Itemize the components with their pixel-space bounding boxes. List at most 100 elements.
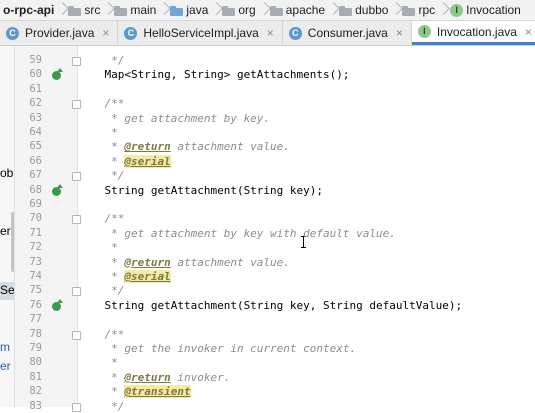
breadcrumb-item-apache[interactable]: apache [268, 0, 328, 20]
line-number: 77 [29, 313, 42, 326]
line-number: 67 [29, 169, 42, 182]
tab-helloserviceimpl[interactable]: C HelloServiceImpl.java × [118, 21, 283, 45]
tab-label: Consumer.java [307, 26, 388, 40]
chevron-right-icon [57, 0, 66, 20]
code-line[interactable]: * @return invoker. [78, 371, 230, 384]
line-number: 76 [29, 298, 42, 311]
line-number: 69 [29, 198, 42, 210]
breadcrumb-item-dubbo[interactable]: dubbo [337, 0, 391, 20]
line-number: 60 [29, 68, 42, 81]
code-line[interactable]: */ [78, 400, 124, 413]
code-line[interactable]: * @return attachment value. [78, 140, 290, 153]
line-number: 65 [29, 140, 42, 153]
project-tree-fragment[interactable]: er [0, 224, 11, 238]
close-icon[interactable]: × [525, 25, 532, 39]
tab-label: Invocation.java [436, 24, 517, 39]
line-number: 80 [29, 356, 42, 369]
editor-tabs: C Provider.java × C HelloServiceImpl.jav… [0, 21, 535, 46]
line-number: 74 [29, 270, 42, 282]
code-line[interactable]: * [78, 356, 118, 369]
breadcrumb-label: Invocation [466, 3, 521, 17]
project-tree-fragment[interactable]: ob [0, 166, 13, 180]
line-number: 78 [29, 327, 42, 340]
line-number: 59 [29, 54, 42, 66]
close-icon[interactable]: × [396, 26, 403, 40]
folder-icon [68, 5, 82, 16]
class-icon: C [124, 26, 138, 40]
code-line[interactable]: * @transient [78, 385, 191, 399]
tab-provider[interactable]: C Provider.java × [0, 21, 119, 45]
code-line[interactable]: * [78, 241, 118, 254]
line-number: 72 [29, 241, 42, 254]
breadcrumb-label: java [186, 3, 209, 17]
code-line[interactable]: * [78, 126, 118, 139]
close-icon[interactable]: × [267, 26, 274, 40]
line-number: 68 [29, 183, 42, 196]
breadcrumb-label: org [238, 3, 256, 17]
breadcrumb-item-java[interactable]: java [168, 0, 211, 20]
code-line[interactable]: /** [78, 328, 124, 341]
code-line[interactable]: /** [78, 212, 124, 225]
line-number: 62 [29, 97, 42, 110]
line-number: 61 [29, 82, 42, 95]
interface-icon: I [417, 25, 431, 38]
tab-invocation[interactable]: I Invocation.java × [411, 21, 535, 45]
breadcrumb-label: apache [285, 3, 326, 17]
breadcrumb-label: rpc [418, 3, 436, 17]
line-number: 81 [29, 370, 42, 383]
chevron-right-icon [438, 0, 447, 20]
chevron-right-icon [259, 0, 268, 20]
chevron-right-icon [159, 0, 168, 20]
code-line[interactable]: */ [78, 284, 124, 297]
project-tree-fragment[interactable]: er [0, 359, 11, 373]
code-line[interactable]: * get attachment by key with default val… [78, 227, 396, 240]
code-line[interactable]: * @serial [78, 154, 171, 168]
tab-label: Provider.java [25, 26, 95, 40]
breadcrumb-item-org[interactable]: org [220, 0, 258, 20]
line-number: 83 [29, 399, 42, 412]
breadcrumb-item-rpc[interactable]: rpc [400, 0, 438, 20]
code-line[interactable]: String getAttachment(String key); [78, 184, 323, 197]
chevron-right-icon [391, 0, 400, 20]
code-line[interactable]: * get the invoker in current context. [78, 342, 356, 355]
code-line[interactable]: */ [78, 54, 124, 67]
folder-icon [222, 5, 236, 16]
line-number: 75 [29, 284, 42, 297]
implemented-method-icon[interactable] [52, 298, 63, 311]
code-line[interactable]: * @serial [78, 270, 171, 283]
line-number: 73 [29, 255, 42, 268]
line-number: 82 [29, 385, 42, 398]
code-line[interactable]: * @return attachment value. [78, 256, 290, 269]
chevron-right-icon [103, 0, 112, 20]
tab-consumer[interactable]: C Consumer.java × [283, 21, 412, 45]
project-panel[interactable]: ob er Se m er [0, 46, 15, 407]
breadcrumb-item-src[interactable]: src [66, 0, 103, 20]
code-line[interactable]: /** [78, 97, 124, 110]
project-tree-fragment[interactable]: Se [0, 283, 14, 297]
implemented-method-icon[interactable] [52, 183, 63, 196]
breadcrumb-label: main [130, 3, 157, 17]
breadcrumb-label: o-rpc-api [3, 3, 55, 17]
project-tree-fragment[interactable]: m [0, 340, 10, 354]
line-number: 64 [29, 126, 42, 138]
line-number: 70 [29, 212, 42, 225]
interface-icon: I [450, 3, 464, 17]
code-line[interactable]: Map<String, String> getAttachments(); [78, 68, 349, 81]
class-icon: C [6, 26, 19, 40]
breadcrumb-item-module[interactable]: o-rpc-api [0, 0, 57, 20]
tab-label: HelloServiceImpl.java [143, 26, 259, 40]
code-line[interactable]: * get attachment by key. [78, 112, 270, 125]
code-line[interactable]: */ [78, 169, 124, 182]
breadcrumb-item-invocation[interactable]: I Invocation [447, 0, 524, 20]
code-line[interactable]: String getAttachment(String key, String … [78, 299, 462, 312]
line-number: 63 [29, 111, 42, 124]
line-number: 71 [29, 226, 42, 239]
folder-icon [402, 5, 416, 16]
breadcrumb: o-rpc-api src main java org apache dubbo… [0, 0, 535, 21]
breadcrumb-label: dubbo [355, 3, 389, 17]
breadcrumb-item-main[interactable]: main [112, 0, 159, 20]
line-number: 66 [29, 154, 42, 167]
folder-icon [114, 5, 128, 16]
breadcrumb-label: src [84, 3, 101, 17]
close-icon[interactable]: × [102, 26, 109, 40]
